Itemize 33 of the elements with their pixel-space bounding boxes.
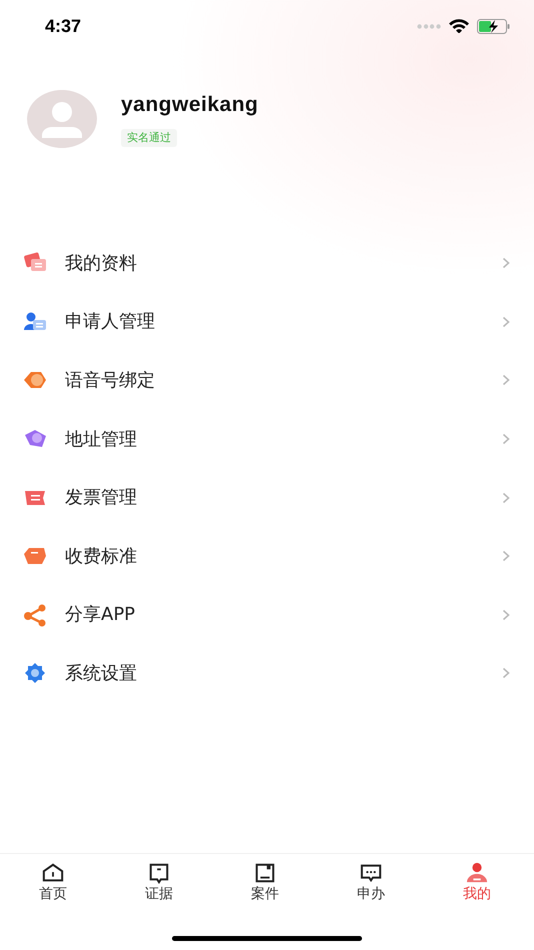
chevron-right-icon <box>502 316 510 328</box>
menu-item[interactable]: 发票管理 <box>0 468 534 527</box>
chevron-right-icon <box>502 550 510 562</box>
menu-item[interactable]: 系统设置 <box>0 644 534 703</box>
person-icon <box>465 862 489 884</box>
username: yangweikang <box>121 92 258 118</box>
menu-item[interactable]: 申请人管理 <box>0 292 534 352</box>
chevron-right-icon <box>502 608 510 621</box>
tab[interactable]: 案件 <box>212 862 318 905</box>
tab[interactable]: 申办 <box>318 862 424 905</box>
wifi-icon <box>449 19 469 33</box>
menu-item[interactable]: 我的资料 <box>0 234 534 293</box>
status-time: 4:37 <box>45 14 82 38</box>
menu-item[interactable]: 地址管理 <box>0 410 534 468</box>
chat-icon <box>359 862 383 884</box>
chevron-right-icon <box>502 492 510 504</box>
tab[interactable]: 我的 <box>424 862 530 905</box>
box-icon <box>253 862 277 884</box>
chevron-right-icon <box>502 667 510 680</box>
signal-icon <box>417 24 441 28</box>
chevron-right-icon <box>502 374 510 386</box>
chevron-right-icon <box>502 433 510 446</box>
flag-icon <box>147 862 171 884</box>
menu-item[interactable]: 分享APP <box>0 586 534 644</box>
tab[interactable]: 首页 <box>0 862 106 905</box>
verified-badge: 实名通过 <box>121 128 177 147</box>
home-icon <box>41 862 65 884</box>
tab[interactable]: 证据 <box>106 862 212 905</box>
battery-icon <box>477 18 510 34</box>
chevron-right-icon <box>502 257 510 270</box>
menu-item[interactable]: 语音号绑定 <box>0 351 534 410</box>
menu-item[interactable]: 收费标准 <box>0 526 534 586</box>
share-icon <box>22 602 48 627</box>
